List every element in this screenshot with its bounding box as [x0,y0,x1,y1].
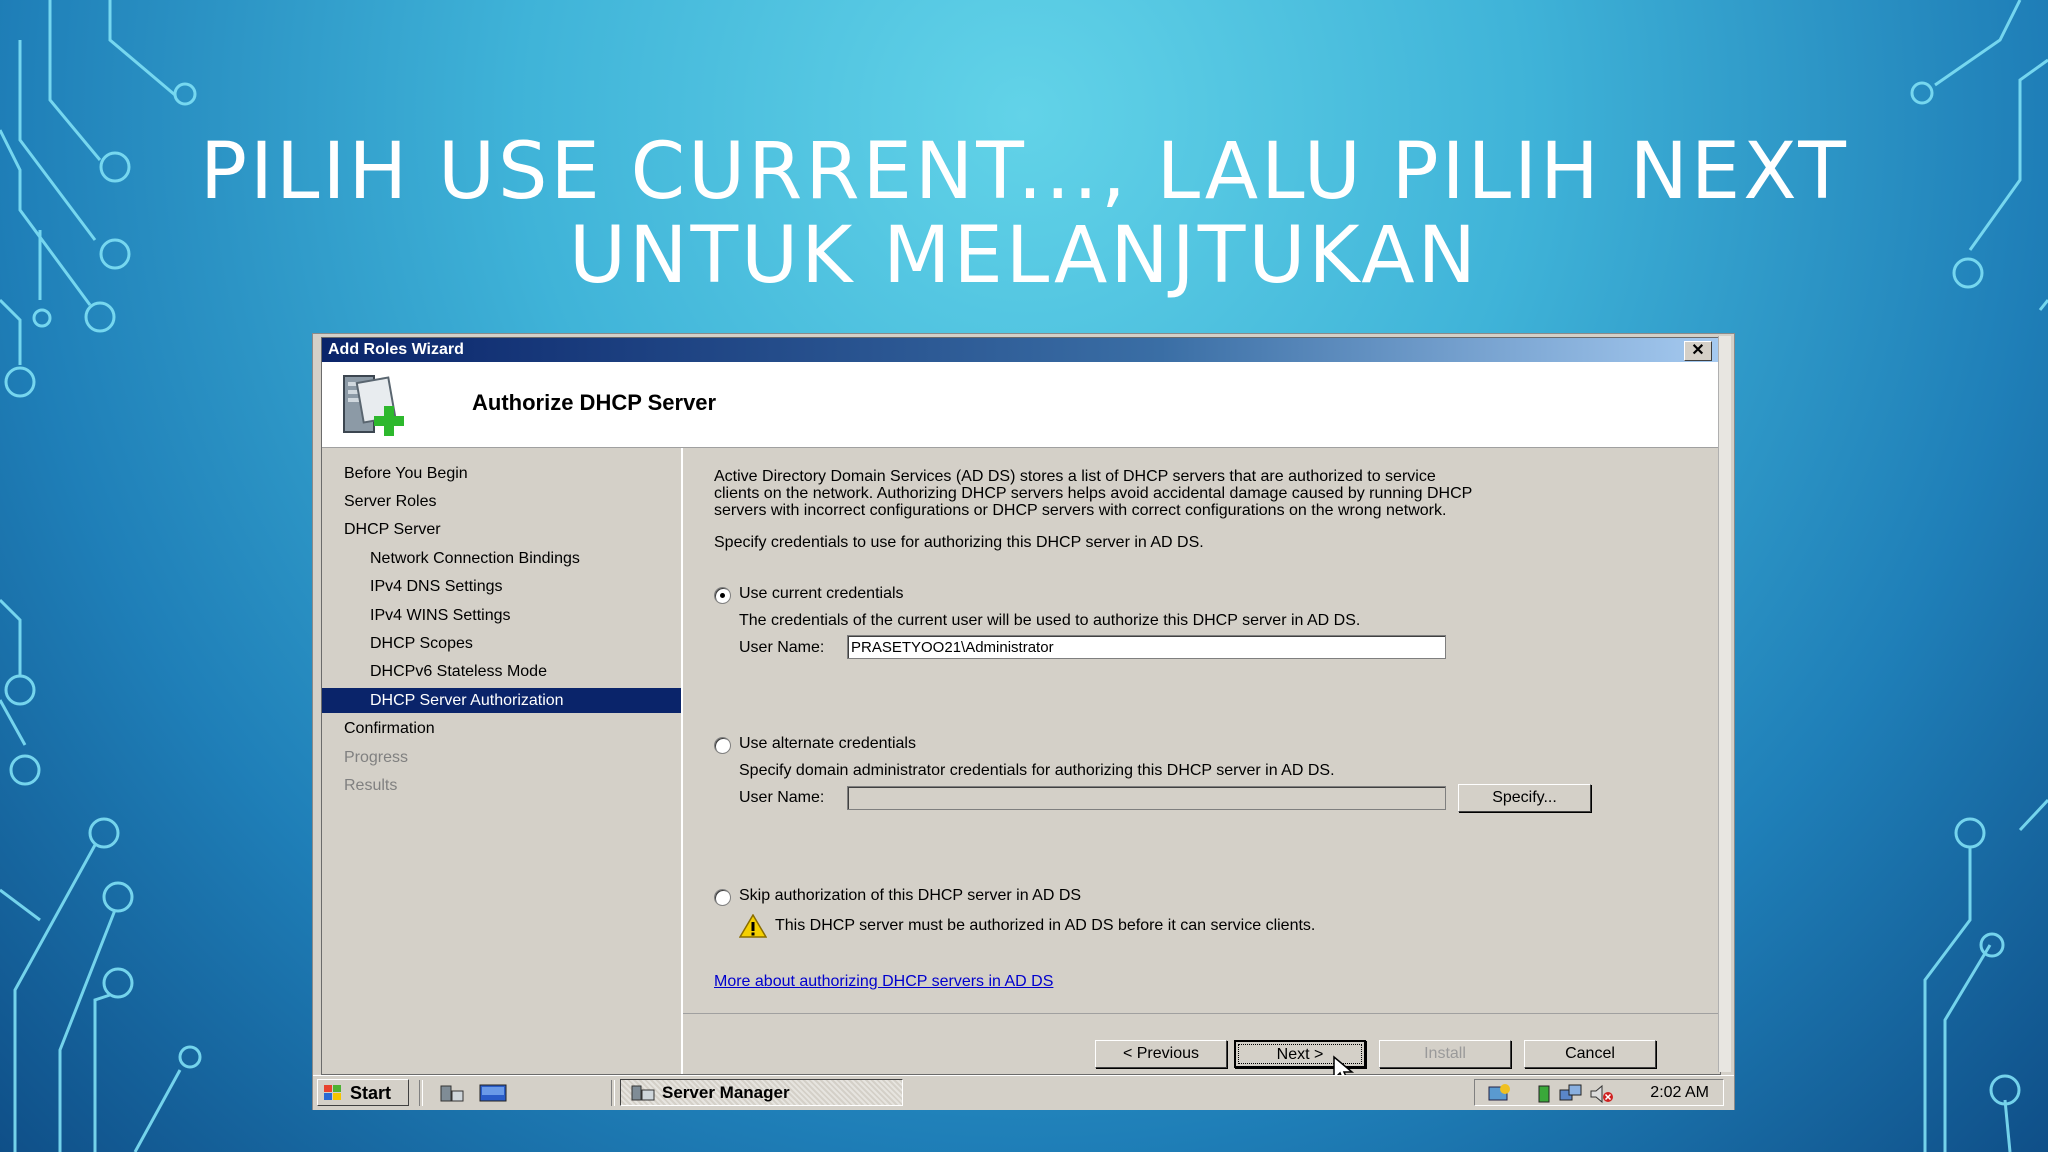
intro-line: servers with incorrect configurations or… [714,502,1447,519]
system-tray: 2:02 AM [1474,1079,1724,1106]
windows-logo-icon [324,1085,341,1100]
nav-item-label: Results [344,777,398,794]
network-tray-icon[interactable] [1559,1084,1583,1104]
server-add-icon [343,375,404,436]
taskbar-item-server-manager[interactable]: Server Manager [620,1079,903,1106]
taskbar-separator [419,1080,423,1106]
slide-title-line1: PILIH USE CURRENT..., LALU PILIH NEXT [200,127,1849,217]
nav-item-label: Server Roles [344,493,437,510]
close-button[interactable]: ✕ [1684,341,1712,361]
skip-authorization-label[interactable]: Skip authorization of this DHCP server i… [739,887,1081,905]
skip-authorization-radio[interactable] [714,889,731,906]
slide-title: PILIH USE CURRENT..., LALU PILIH NEXT UN… [200,130,1848,298]
nav-item-dhcp-server-authorization[interactable]: DHCP Server Authorization [322,688,681,713]
warning-icon [739,914,767,938]
wizard-steps-nav: Before You Begin Server Roles DHCP Serve… [322,448,683,1074]
vertical-scrollbar[interactable] [1718,336,1731,1072]
nav-item-dhcp-server[interactable]: DHCP Server [322,517,681,542]
previous-button[interactable]: < Previous [1095,1040,1227,1068]
nav-item-label: Confirmation [344,720,435,737]
nav-item-label: IPv4 DNS Settings [370,578,503,595]
wizard-content: Active Directory Domain Services (AD DS)… [683,448,1720,1012]
update-tray-icon[interactable] [1487,1083,1511,1103]
nav-item-results: Results [322,773,681,798]
screenshot-frame: Add Roles Wizard ✕ Authorize DHCP Server… [313,334,1734,1110]
slide-title-line2: UNTUK MELANJTUKAN [569,211,1479,301]
current-username-label: User Name: [739,639,825,656]
add-roles-wizard-window: Add Roles Wizard ✕ Authorize DHCP Server… [321,337,1721,1085]
use-current-credentials-radio[interactable] [714,587,731,604]
nav-item-network-connection-bindings[interactable]: Network Connection Bindings [322,546,681,571]
use-current-credentials-label[interactable]: Use current credentials [739,585,904,603]
cancel-button[interactable]: Cancel [1524,1040,1656,1068]
nav-item-dhcp-scopes[interactable]: DHCP Scopes [322,631,681,656]
nav-item-confirmation[interactable]: Confirmation [322,716,681,741]
start-button[interactable]: Start [317,1079,409,1106]
start-label: Start [350,1083,392,1103]
taskbar: Start Server Manager 2:02 AM [313,1075,1734,1110]
taskbar-item-label: Server Manager [662,1083,790,1102]
nav-item-ipv4-wins-settings[interactable]: IPv4 WINS Settings [322,603,681,628]
wizard-header: Authorize DHCP Server [322,362,1720,448]
current-username-field[interactable]: PRASETYOO21\Administrator [847,635,1446,659]
intro-line: clients on the network. Authorizing DHCP… [714,485,1473,502]
intro-text: Active Directory Domain Services (AD DS)… [714,468,1694,519]
nav-item-before-you-begin[interactable]: Before You Begin [322,461,681,486]
battery-tray-icon[interactable] [1537,1084,1551,1104]
alternate-username-field[interactable] [847,786,1446,810]
footer-divider [683,1013,1720,1014]
nav-item-dhcpv6-stateless-mode[interactable]: DHCPv6 Stateless Mode [322,659,681,684]
use-current-credentials-description: The credentials of the current user will… [739,612,1361,629]
nav-item-label: DHCPv6 Stateless Mode [370,663,547,680]
alternate-username-label: User Name: [739,789,825,806]
server-manager-icon [631,1085,655,1101]
install-button: Install [1379,1040,1511,1068]
taskbar-separator [611,1080,615,1106]
nav-item-progress: Progress [322,745,681,770]
use-alternate-credentials-description: Specify domain administrator credentials… [739,762,1335,779]
specify-instructions: Specify credentials to use for authorizi… [714,534,1204,551]
page-title: Authorize DHCP Server [472,390,717,415]
intro-line: Active Directory Domain Services (AD DS)… [714,468,1436,485]
volume-muted-icon[interactable] [1589,1084,1615,1104]
nav-item-label: Before You Begin [344,465,468,482]
nav-item-ipv4-dns-settings[interactable]: IPv4 DNS Settings [322,574,681,599]
more-about-authorizing-link[interactable]: More about authorizing DHCP servers in A… [714,973,1053,991]
show-desktop-icon[interactable] [479,1084,507,1102]
server-manager-quicklaunch-icon[interactable] [439,1083,465,1103]
use-alternate-credentials-radio[interactable] [714,737,731,754]
skip-authorization-warning: This DHCP server must be authorized in A… [775,917,1316,934]
nav-item-label: Progress [344,749,409,766]
nav-item-label: DHCP Server [344,521,441,538]
specify-button[interactable]: Specify... [1458,784,1591,812]
clock[interactable]: 2:02 AM [1650,1080,1709,1106]
window-titlebar[interactable]: Add Roles Wizard ✕ [322,338,1720,362]
use-alternate-credentials-label[interactable]: Use alternate credentials [739,735,916,753]
nav-item-server-roles[interactable]: Server Roles [322,489,681,514]
nav-item-label: DHCP Scopes [370,635,473,652]
nav-item-label: IPv4 WINS Settings [370,607,511,624]
nav-item-label: Network Connection Bindings [370,550,580,567]
window-title: Add Roles Wizard [328,341,464,358]
nav-item-label: DHCP Server Authorization [370,692,564,709]
